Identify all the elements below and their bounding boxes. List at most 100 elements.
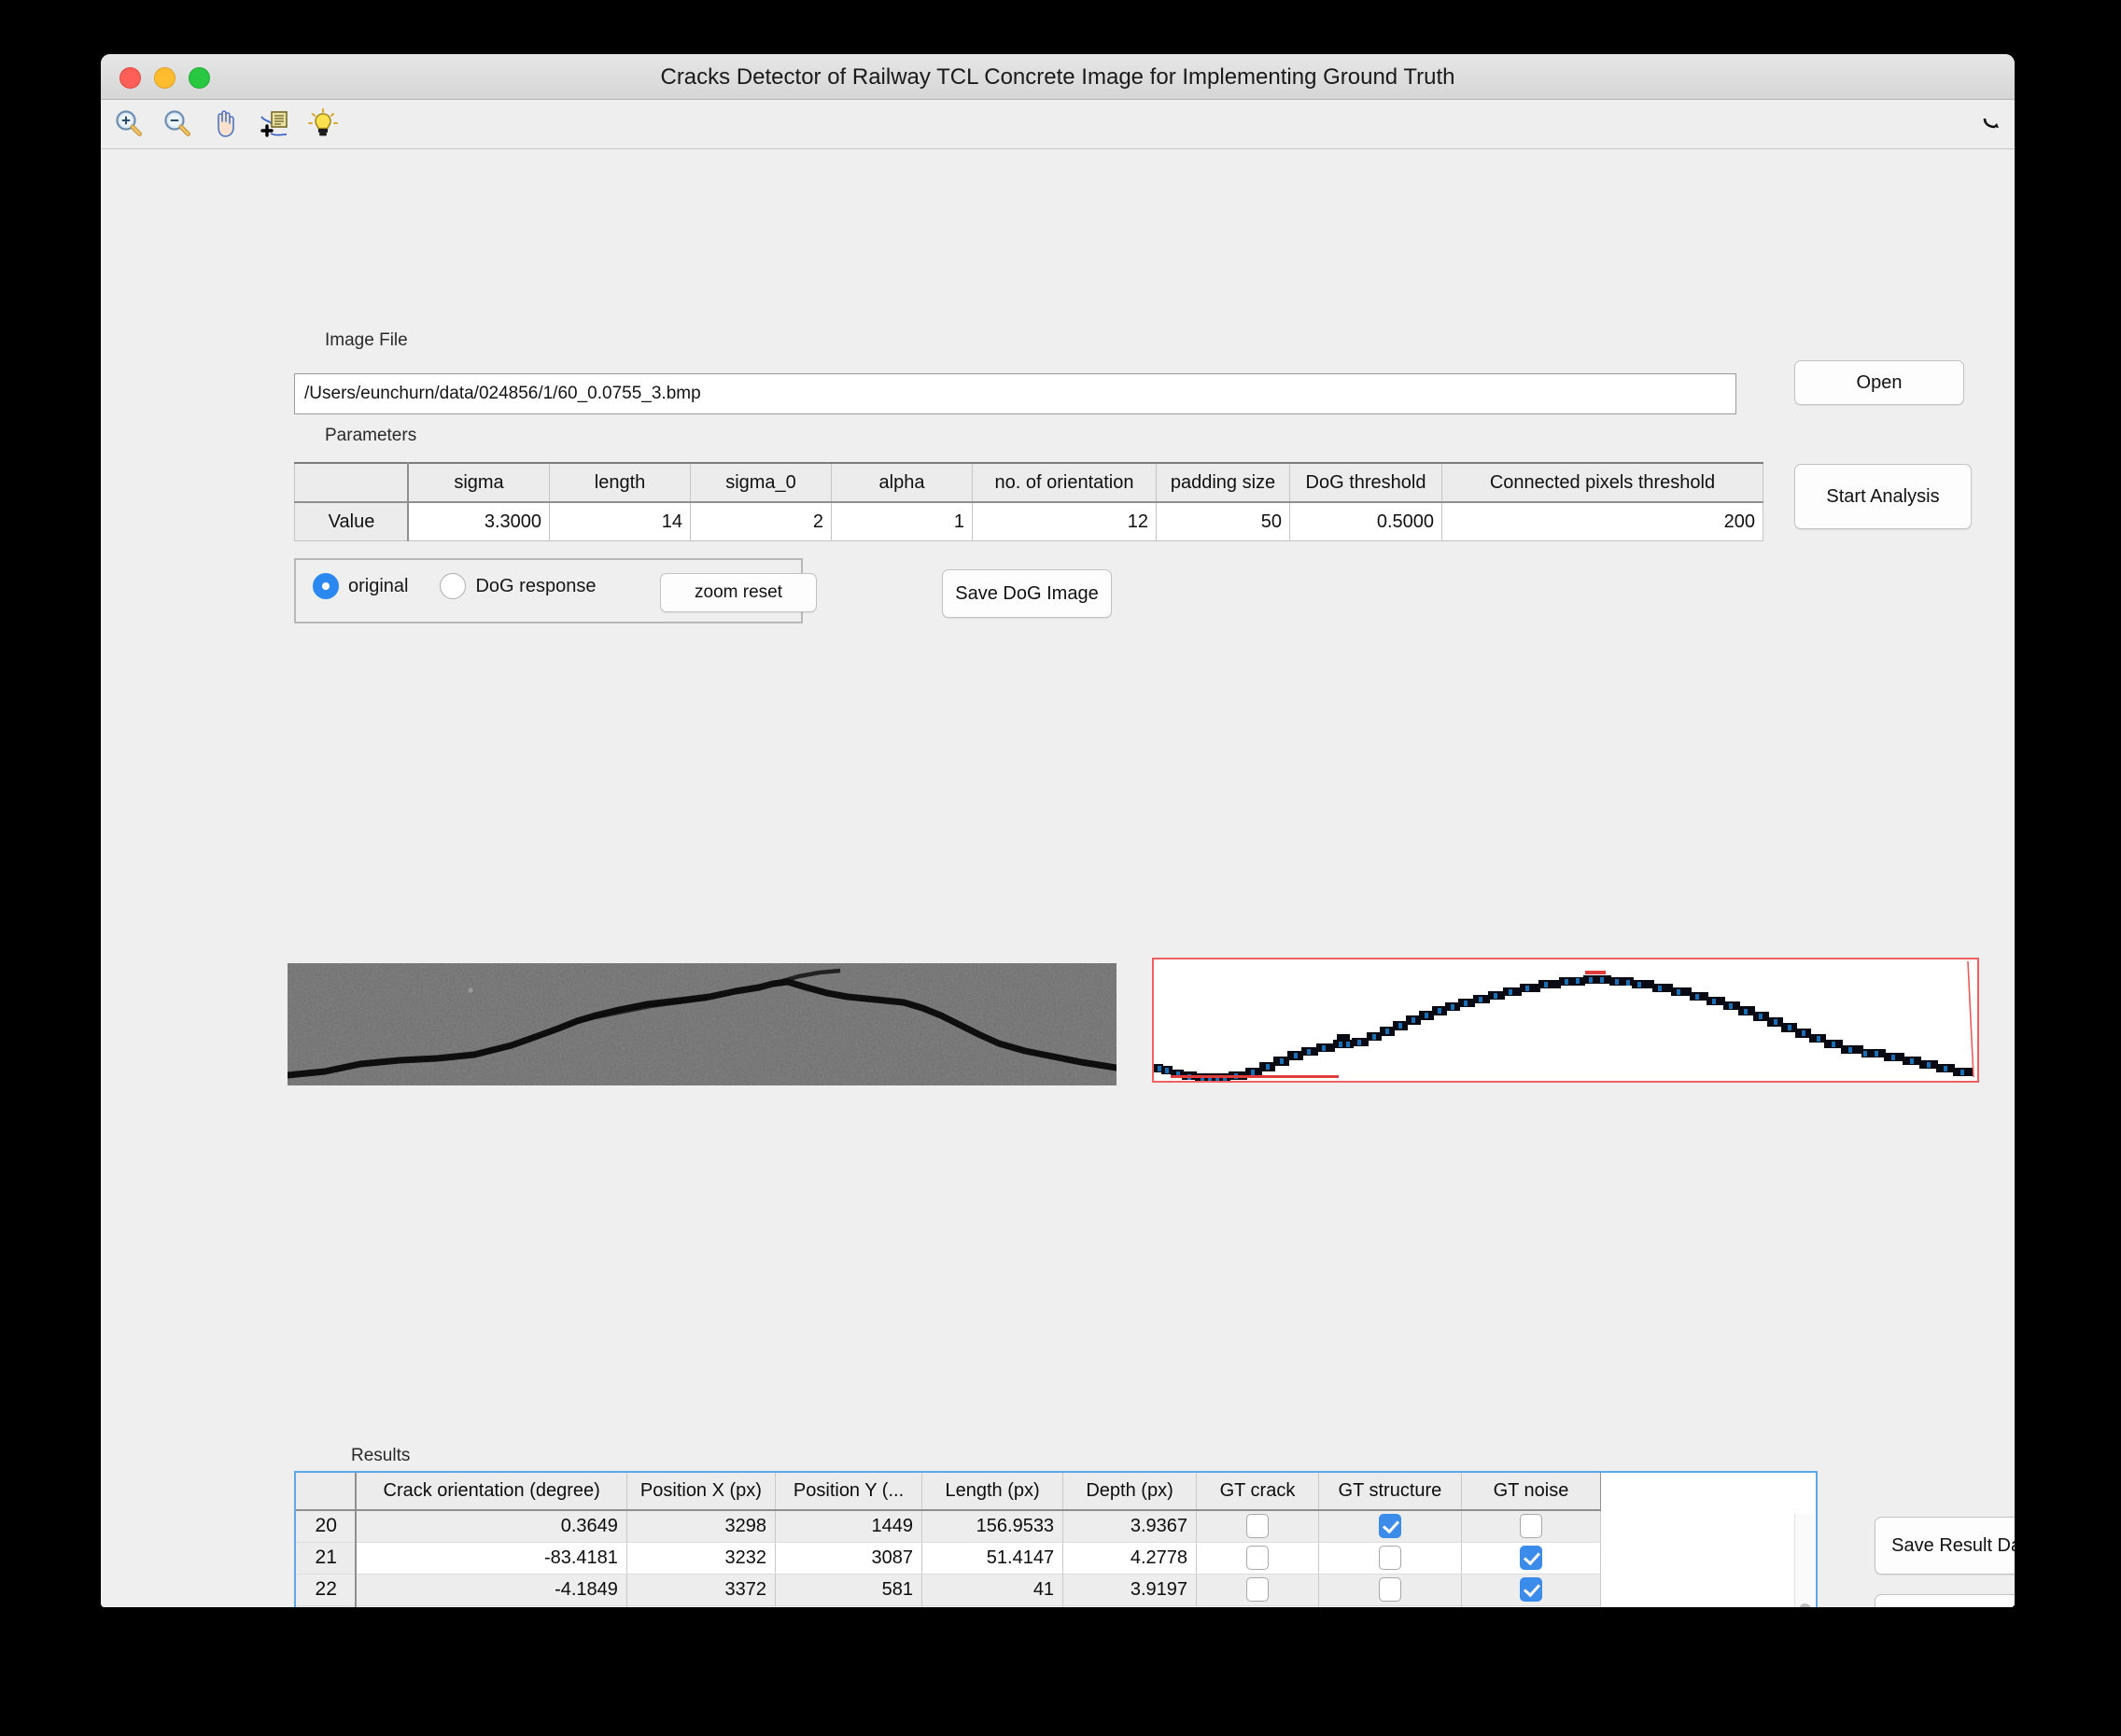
cell-depth[interactable]: 3.9197 <box>1062 1574 1198 1606</box>
results-header-depth[interactable]: Depth (px) <box>1062 1473 1198 1511</box>
cell-orientation[interactable]: -4.1849 <box>356 1574 627 1606</box>
checkbox-gt-noise-cell[interactable] <box>1461 1542 1602 1575</box>
checkbox-gt-noise[interactable] <box>1520 1577 1543 1602</box>
param-header-orientation[interactable]: no. of orientation <box>972 462 1157 503</box>
arrow-down-right-icon <box>1983 118 1999 129</box>
parameters-corner-cell <box>294 462 409 503</box>
results-header-gt-noise[interactable]: GT noise <box>1461 1473 1602 1511</box>
brush-lightbulb-icon <box>308 108 338 136</box>
results-header-length[interactable]: Length (px) <box>921 1473 1064 1511</box>
row-index[interactable]: 23 <box>296 1605 358 1607</box>
cell-length[interactable]: 51.4147 <box>921 1542 1064 1575</box>
zoom-reset-button[interactable]: zoom reset <box>660 573 817 612</box>
checkbox-gt-noise-cell[interactable] <box>1461 1510 1602 1543</box>
checkbox-gt-structure-cell[interactable] <box>1318 1542 1462 1575</box>
checkbox-gt-structure-cell[interactable] <box>1318 1605 1462 1607</box>
checkbox-gt-crack[interactable] <box>1246 1577 1270 1602</box>
checkbox-gt-crack-cell[interactable] <box>1196 1605 1319 1607</box>
radio-original-label: original <box>348 575 409 596</box>
results-header-pos-x[interactable]: Position X (px) <box>626 1473 776 1511</box>
cell-position-y[interactable]: 4004 <box>775 1605 923 1607</box>
results-header-pos-y[interactable]: Position Y (... <box>775 1473 923 1511</box>
cell-length[interactable]: 167.0000 <box>921 1605 1064 1607</box>
window-title: Cracks Detector of Railway TCL Concrete … <box>660 64 1455 90</box>
cell-position-x[interactable]: 204 <box>626 1605 776 1607</box>
save-result-data-button[interactable]: Save Result Data <box>1875 1517 2015 1575</box>
cell-position-y[interactable]: 3087 <box>775 1542 923 1575</box>
checkbox-gt-structure[interactable] <box>1379 1546 1402 1570</box>
pan-button[interactable] <box>205 104 246 145</box>
baseline-marker <box>1171 1075 1339 1078</box>
param-header-length[interactable]: length <box>549 462 691 503</box>
param-value-dog-threshold[interactable]: 0.5000 <box>1289 501 1442 541</box>
checkbox-gt-crack-cell[interactable] <box>1196 1510 1319 1543</box>
original-image-view[interactable] <box>288 963 1117 1085</box>
param-value-length[interactable]: 14 <box>549 501 691 541</box>
table-row[interactable]: 23-0.69032044004167.00002.7784 <box>296 1605 1602 1607</box>
param-value-sigma0[interactable]: 2 <box>690 501 832 541</box>
zoom-out-button[interactable] <box>157 104 198 145</box>
save-result-image-button[interactable]: Save Result Image <box>1875 1594 2015 1607</box>
table-row[interactable]: 20 0.3649 3298 1449 156.9533 3.9367 <box>296 1510 1602 1543</box>
cell-depth[interactable]: 2.7784 <box>1062 1605 1198 1607</box>
checkbox-gt-crack-cell[interactable] <box>1196 1574 1319 1606</box>
results-header-gt-structure[interactable]: GT structure <box>1318 1473 1462 1511</box>
cell-position-x[interactable]: 3232 <box>626 1542 776 1575</box>
cell-position-x[interactable]: 3298 <box>626 1510 776 1543</box>
checkbox-gt-structure-cell[interactable] <box>1318 1510 1462 1543</box>
save-dog-image-button[interactable]: Save DoG Image <box>942 569 1112 618</box>
start-analysis-button[interactable]: Start Analysis <box>1794 464 1972 529</box>
cell-depth[interactable]: 3.9367 <box>1062 1510 1198 1543</box>
cell-length[interactable]: 41 <box>921 1574 1064 1606</box>
checkbox-gt-structure[interactable] <box>1379 1514 1402 1539</box>
param-header-connected-threshold[interactable]: Connected pixels threshold <box>1441 462 1763 503</box>
radio-dog-response[interactable] <box>440 573 467 599</box>
checkbox-gt-structure-cell[interactable] <box>1318 1574 1462 1606</box>
checkbox-gt-noise[interactable] <box>1520 1546 1543 1570</box>
checkbox-gt-crack[interactable] <box>1246 1546 1270 1570</box>
table-row[interactable]: 22 -4.1849 3372 581 41 3.9197 <box>296 1574 1602 1606</box>
param-header-sigma[interactable]: sigma <box>407 462 550 503</box>
cell-orientation[interactable]: 0.3649 <box>356 1510 627 1543</box>
param-value-sigma[interactable]: 3.3000 <box>407 501 550 541</box>
cell-orientation[interactable]: -83.4181 <box>356 1542 627 1575</box>
results-header-orientation[interactable]: Crack orientation (degree) <box>356 1473 627 1511</box>
concrete-crack-image <box>288 963 1117 1085</box>
checkbox-gt-crack-cell[interactable] <box>1196 1542 1319 1575</box>
param-header-sigma0[interactable]: sigma_0 <box>690 462 832 503</box>
param-value-padding[interactable]: 50 <box>1156 501 1290 541</box>
results-header-gt-crack[interactable]: GT crack <box>1196 1473 1319 1511</box>
param-value-orientation[interactable]: 12 <box>972 501 1157 541</box>
toolbar-overflow-button[interactable] <box>1979 111 2003 135</box>
open-button[interactable]: Open <box>1794 360 1964 405</box>
checkbox-gt-crack[interactable] <box>1246 1514 1270 1539</box>
detection-result-view[interactable] <box>1152 958 1979 1083</box>
results-vertical-scrollbar[interactable] <box>1794 1514 1814 1607</box>
cell-position-x[interactable]: 3372 <box>626 1574 776 1606</box>
zoom-in-button[interactable] <box>108 104 149 145</box>
checkbox-gt-structure[interactable] <box>1379 1577 1402 1602</box>
row-index[interactable]: 22 <box>296 1574 358 1606</box>
data-cursor-button[interactable] <box>254 104 295 145</box>
param-value-alpha[interactable]: 1 <box>831 501 973 541</box>
param-header-dog-threshold[interactable]: DoG threshold <box>1289 462 1442 503</box>
param-header-padding[interactable]: padding size <box>1156 462 1290 503</box>
image-file-path-field[interactable]: /Users/eunchurn/data/024856/1/60_0.0755_… <box>294 373 1736 414</box>
cell-depth[interactable]: 4.2778 <box>1062 1542 1198 1575</box>
cell-length[interactable]: 156.9533 <box>921 1510 1064 1543</box>
radio-original[interactable] <box>313 573 339 599</box>
checkbox-gt-noise-cell[interactable] <box>1461 1574 1602 1606</box>
brush-button[interactable] <box>302 104 344 145</box>
row-index[interactable]: 21 <box>296 1542 358 1575</box>
peak-marker <box>1585 971 1606 974</box>
table-row[interactable]: 21 -83.4181 3232 3087 51.4147 4.2778 <box>296 1542 1602 1575</box>
checkbox-gt-noise[interactable] <box>1520 1514 1543 1539</box>
checkbox-gt-noise-cell[interactable] <box>1461 1605 1602 1607</box>
cell-position-y[interactable]: 581 <box>775 1574 923 1606</box>
cell-orientation[interactable]: -0.6903 <box>356 1605 627 1607</box>
param-header-alpha[interactable]: alpha <box>831 462 973 503</box>
cell-position-y[interactable]: 1449 <box>775 1510 923 1543</box>
results-scrollbar-thumb[interactable] <box>1799 1603 1811 1607</box>
param-value-connected-threshold[interactable]: 200 <box>1441 501 1763 541</box>
row-index[interactable]: 20 <box>296 1510 358 1543</box>
